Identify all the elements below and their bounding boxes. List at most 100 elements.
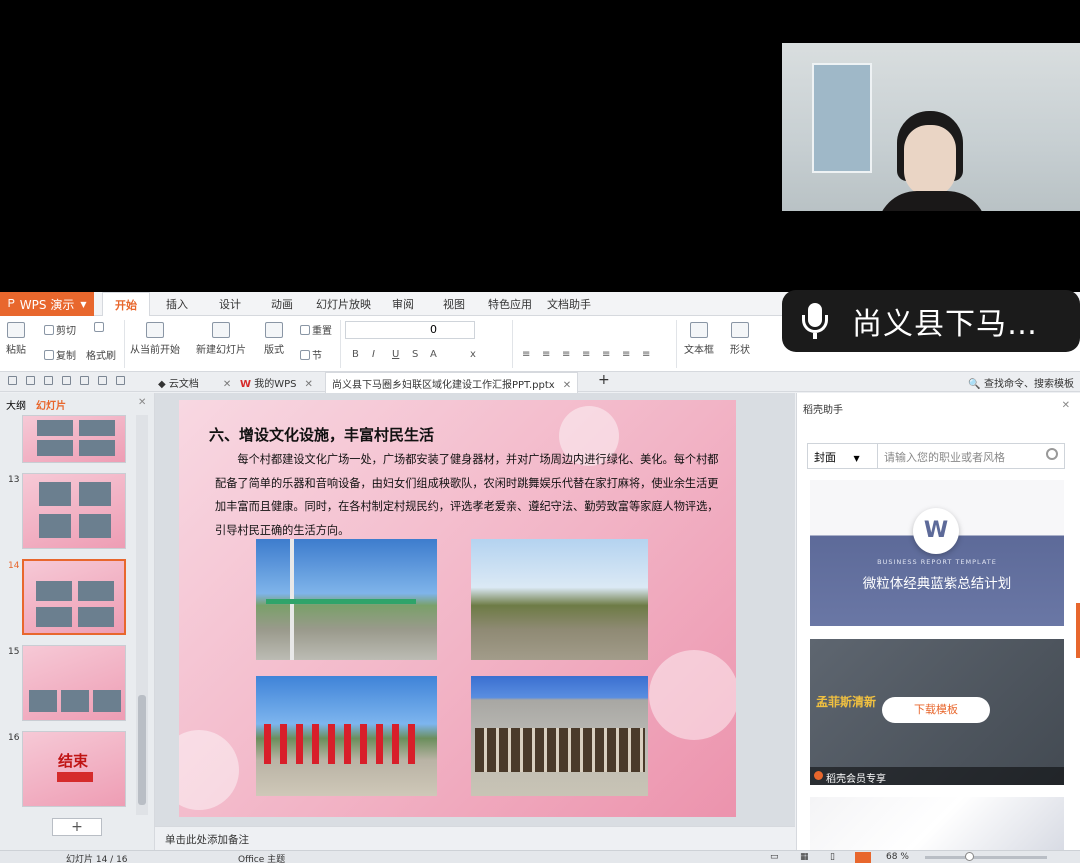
clear-format-button[interactable]: x bbox=[470, 349, 476, 360]
close-icon[interactable]: ✕ bbox=[563, 380, 571, 391]
open-icon[interactable] bbox=[44, 376, 53, 385]
underline-button[interactable]: U bbox=[392, 349, 399, 360]
tab-design[interactable]: 设计 bbox=[219, 296, 241, 312]
justify-icon[interactable]: ≡ bbox=[582, 349, 590, 360]
undo-icon[interactable] bbox=[98, 376, 107, 385]
play-icon[interactable] bbox=[855, 852, 871, 863]
bold-button[interactable]: B bbox=[352, 349, 359, 360]
shape-button[interactable]: 形状 bbox=[730, 322, 750, 356]
template-card-2[interactable]: 孟菲斯清新 下载模板 稻壳会员专享 bbox=[810, 639, 1064, 785]
chevron-down-icon: ▼ bbox=[853, 454, 860, 463]
webcam-video bbox=[782, 43, 1080, 211]
presenter-face bbox=[904, 125, 956, 197]
live-caption: 尚义县下马… bbox=[782, 290, 1080, 352]
textbox-button[interactable]: 文本框 bbox=[684, 322, 714, 356]
reading-view-icon[interactable]: ▯ bbox=[830, 852, 835, 862]
cut-button[interactable]: 剪切 bbox=[44, 322, 76, 337]
tab-my-wps[interactable]: W 我的WPS ✕ bbox=[240, 375, 313, 390]
wps-w-icon: W bbox=[913, 508, 959, 554]
new-tab-button[interactable]: + bbox=[598, 372, 610, 388]
strikethrough-button[interactable]: S bbox=[412, 349, 418, 360]
redo-icon[interactable] bbox=[116, 376, 125, 385]
slide-title[interactable]: 六、增设文化设施，丰富村民生活 bbox=[209, 424, 434, 445]
layout-icon bbox=[265, 322, 283, 338]
from-current-button[interactable]: 从当前开始 bbox=[130, 322, 180, 356]
align-left-icon[interactable]: ≡ bbox=[522, 349, 530, 360]
panel-scrollbar[interactable] bbox=[1076, 603, 1080, 658]
navigator-scrollbar[interactable] bbox=[136, 415, 148, 815]
font-size-select[interactable]: 0 bbox=[345, 321, 475, 339]
panel-title: 稻壳助手 bbox=[803, 405, 843, 416]
search-input[interactable]: 请输入您的职业或者风格 bbox=[884, 449, 1005, 465]
format-painter-button[interactable]: 格式刷 bbox=[86, 347, 116, 362]
notes-field[interactable]: 单击此处添加备注 bbox=[155, 826, 795, 850]
app-menu-button[interactable]: Ꮲ WPS 演示 ▼ bbox=[0, 292, 94, 316]
tab-slideshow[interactable]: 幻灯片放映 bbox=[316, 296, 371, 312]
tab-slides[interactable]: 幻灯片 bbox=[36, 397, 66, 412]
slide-number: 13 bbox=[8, 475, 20, 485]
tab-special[interactable]: 特色应用 bbox=[488, 296, 532, 312]
download-template-button[interactable]: 下载模板 bbox=[882, 697, 990, 723]
line-spacing-icon[interactable]: ≡ bbox=[622, 349, 630, 360]
slide-number: 16 bbox=[8, 733, 20, 743]
template-card-1[interactable]: W BUSINESS REPORT TEMPLATE 微粒体经典蓝紫总结计划 bbox=[810, 480, 1064, 626]
layout-button[interactable]: 版式 bbox=[264, 322, 284, 356]
photo-fitness-square[interactable] bbox=[256, 539, 437, 660]
zoom-slider-handle[interactable] bbox=[965, 852, 974, 861]
card-subtitle: BUSINESS REPORT TEMPLATE bbox=[877, 558, 997, 566]
brush-icon[interactable] bbox=[94, 322, 106, 334]
font-color-button[interactable]: A bbox=[430, 349, 437, 360]
chevron-down-icon: ▼ bbox=[80, 299, 87, 309]
document-tab-bar: ◆ 云文档 ✕ W 我的WPS ✕ 尚义县下马圈乡妇联区域化建设工作汇报PPT.pp… bbox=[0, 372, 1080, 393]
tab-review[interactable]: 审阅 bbox=[392, 296, 414, 312]
photo-village-wall[interactable] bbox=[471, 676, 648, 796]
menu-icon[interactable] bbox=[8, 376, 17, 385]
distribute-icon[interactable]: ≡ bbox=[602, 349, 610, 360]
slide-thumbnail-15[interactable] bbox=[22, 645, 126, 721]
slide-navigator: 大纲 幻灯片 ✕ 13 14 15 16 结束 + bbox=[0, 393, 155, 850]
save-icon[interactable] bbox=[26, 376, 35, 385]
tab-insert[interactable]: 插入 bbox=[166, 296, 188, 312]
normal-view-icon[interactable]: ▭ bbox=[770, 852, 779, 862]
slide-number: 15 bbox=[8, 647, 20, 657]
align-center-icon[interactable]: ≡ bbox=[542, 349, 550, 360]
sorter-view-icon[interactable]: ▦ bbox=[800, 852, 809, 862]
close-icon[interactable]: ✕ bbox=[304, 379, 312, 390]
photo-fitness-equipment[interactable] bbox=[471, 539, 648, 660]
close-icon[interactable]: ✕ bbox=[138, 397, 146, 408]
columns-icon[interactable]: ≡ bbox=[642, 349, 650, 360]
tab-current-document[interactable]: 尚义县下马圈乡妇联区域化建设工作汇报PPT.pptx ✕ bbox=[325, 372, 579, 393]
add-slide-button[interactable]: + bbox=[52, 818, 102, 836]
new-slide-button[interactable]: 新建幻灯片 bbox=[196, 322, 246, 356]
slide-number: 14 bbox=[8, 561, 20, 571]
tab-outline[interactable]: 大纲 bbox=[6, 397, 26, 412]
search-commands[interactable]: 🔍 查找命令、搜索模板 bbox=[968, 375, 1074, 390]
preview-icon[interactable] bbox=[80, 376, 89, 385]
textbox-icon bbox=[690, 322, 708, 338]
copy-button[interactable]: 复制 bbox=[44, 347, 76, 362]
print-icon[interactable] bbox=[62, 376, 71, 385]
italic-button[interactable]: I bbox=[372, 349, 375, 360]
slide-thumbnail-16[interactable]: 结束 bbox=[22, 731, 126, 807]
paste-button[interactable]: 粘贴 bbox=[6, 322, 26, 356]
tab-cloud-docs[interactable]: ◆ 云文档 ✕ bbox=[158, 375, 231, 390]
tab-home[interactable]: 开始 bbox=[102, 292, 150, 317]
tab-view[interactable]: 视图 bbox=[443, 296, 465, 312]
slide-thumbnail-14[interactable] bbox=[22, 559, 126, 635]
close-icon[interactable]: ✕ bbox=[1062, 400, 1070, 411]
category-select[interactable]: 封面 ▼ bbox=[808, 444, 878, 468]
align-right-icon[interactable]: ≡ bbox=[562, 349, 570, 360]
tab-doc-assistant[interactable]: 文档助手 bbox=[547, 296, 591, 312]
current-slide[interactable]: 六、增设文化设施，丰富村民生活 每个村都建设文化广场一处，广场都安装了健身器材，… bbox=[179, 400, 736, 817]
slide-thumbnail-12[interactable] bbox=[22, 415, 126, 463]
reset-button[interactable]: 重置 bbox=[300, 322, 332, 337]
slide-body-text[interactable]: 每个村都建设文化广场一处，广场都安装了健身器材，并对广场周边内进行绿化、美化。每… bbox=[215, 448, 727, 542]
tab-animation[interactable]: 动画 bbox=[271, 296, 293, 312]
close-icon[interactable]: ✕ bbox=[223, 379, 231, 390]
photo-yangge-dance[interactable] bbox=[256, 676, 437, 796]
search-icon[interactable] bbox=[1046, 448, 1058, 460]
section-button[interactable]: 节 bbox=[300, 347, 322, 362]
slide-thumbnail-13[interactable] bbox=[22, 473, 126, 549]
zoom-slider[interactable] bbox=[925, 856, 1047, 859]
template-card-3[interactable] bbox=[810, 797, 1064, 850]
